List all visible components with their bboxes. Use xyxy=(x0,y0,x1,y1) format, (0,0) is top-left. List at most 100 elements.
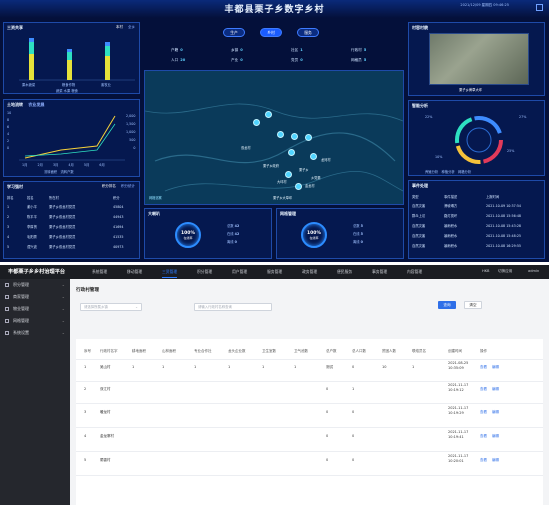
column-header: 专业合作社 xyxy=(194,349,212,353)
menu-item[interactable]: 用户管理 xyxy=(232,269,247,275)
menu-item-active[interactable]: 三资管理 xyxy=(162,269,178,278)
map-pin-icon[interactable] xyxy=(291,133,298,140)
panel-loudspeaker: 大喇叭 100% 在线率 总数 42 在线 42 离线 0 xyxy=(144,208,272,259)
stat-item: 网格员 5 xyxy=(351,58,367,62)
app-brand: 丰都栗子乡乡村治理平台 xyxy=(8,269,66,275)
map-label: 大坪村 xyxy=(277,180,287,184)
view-link[interactable]: 查看 xyxy=(480,365,487,370)
table-row[interactable]: 自然灾害 暴雨积水 2021-10-08 15:48:25 xyxy=(412,233,521,238)
table-header: 类型 事件描述 上报时间 xyxy=(412,195,500,199)
stat-item: 产业 0 xyxy=(231,58,243,62)
reset-button[interactable]: 清空 xyxy=(464,301,482,309)
page-title: 行政村管理 xyxy=(76,288,99,293)
sidebar-item[interactable]: 积分管理 ⌄ xyxy=(0,279,70,291)
view-link[interactable]: 查看 xyxy=(480,434,487,439)
edit-link[interactable]: 编辑 xyxy=(492,434,499,439)
user-menu[interactable]: admin xyxy=(528,269,539,273)
tab-this-village[interactable]: 本村 xyxy=(116,25,123,29)
map-label: 龙河村 xyxy=(321,158,331,162)
tab-score-ranking[interactable]: 积分排名 xyxy=(102,184,116,188)
main-content: 行政村管理 请选择所属乡镇 ⌄ 请输入行政村名称查询 查询 清空 序号 行政村名字… xyxy=(70,279,549,505)
view-link[interactable]: 查看 xyxy=(480,458,487,463)
chart-legend: 蔬菜 水果 粮食 xyxy=(56,89,78,93)
map-pin-icon[interactable] xyxy=(295,183,302,190)
top-navbar: 丰都栗子乡乡村治理平台 系统管理 移动管理 三资管理 积分管理 用户管理 服务管… xyxy=(0,265,549,279)
column-header: 龙头企业数 xyxy=(228,349,246,353)
edit-link[interactable]: 编辑 xyxy=(492,410,499,415)
table-row: 2 陈平平 栗子乡双龙村党员 44943 xyxy=(7,215,124,219)
photo-caption: 栗子乡黄草大坪 xyxy=(459,88,483,92)
x-label-1: 果木蔬菜 xyxy=(22,83,36,87)
menu-item[interactable]: 政务管理 xyxy=(302,269,317,275)
table-row[interactable]: 自然灾害 滑坡塌方 2021-10-09 10:37:54 xyxy=(412,203,521,208)
search-button[interactable]: 查询 xyxy=(438,301,456,309)
menu-item[interactable]: 事务管理 xyxy=(372,269,387,275)
map-label: 乡党委 xyxy=(311,176,321,180)
column-header: 卫气池数 xyxy=(294,349,308,353)
dashboard-header: 丰都县栗子乡数字乡村 2021/12/09 星期四 09:46:25 xyxy=(0,0,549,18)
stat-item: 户籍 0 xyxy=(171,48,183,52)
menu-item[interactable]: 内容管理 xyxy=(407,269,422,275)
map-pin-icon[interactable] xyxy=(277,131,284,138)
chevron-down-icon: ⌄ xyxy=(61,282,65,287)
village-map[interactable]: 双龙村 龙河村 栗子乡政府 栗子乡 乡党委 金龙村 大坪村 栗子乡大草坪 网格巡… xyxy=(144,70,404,205)
menu-item[interactable]: 便民服务 xyxy=(337,269,352,275)
edit-link[interactable]: 编辑 xyxy=(492,387,499,392)
map-pin-icon[interactable] xyxy=(288,149,295,156)
map-pin-icon[interactable] xyxy=(253,119,260,126)
bar-group-3 xyxy=(105,42,110,80)
panel-title: 大喇叭 xyxy=(148,211,160,216)
sidebar: 积分管理 ⌄ 商家管理 ⌄ 物业管理 ⌄ 网格管理 ⌄ 系统设置 ⌄ xyxy=(0,279,70,505)
table-row[interactable]: 自然灾害 暴雨积水 2021-10-08 16:29:55 xyxy=(412,243,521,248)
map-pin-icon[interactable] xyxy=(285,171,292,178)
online-rate-gauge: 100% 在线率 xyxy=(175,222,201,248)
menu-icon xyxy=(5,307,9,311)
chart-legend: 流转面积 流转户数 xyxy=(44,170,74,174)
fullscreen-icon[interactable] xyxy=(536,4,543,11)
ring-label: 10% xyxy=(435,155,443,159)
table-row[interactable]: 自然灾害 暴雨积水 2021-10-08 15:43:28 xyxy=(412,223,521,228)
chevron-down-icon: ⌄ xyxy=(135,305,138,309)
panel-title: 网格管理 xyxy=(280,211,296,216)
bar-group-2 xyxy=(67,49,72,80)
tab-score-stats[interactable]: 积分统计 xyxy=(121,184,135,188)
nav-village[interactable]: 乡村 xyxy=(260,28,282,37)
edit-link[interactable]: 编辑 xyxy=(492,458,499,463)
sidebar-item[interactable]: 物业管理 ⌄ xyxy=(0,303,70,315)
center-stats-panel: 生产 乡村 服务 户籍 0 乡镇 0 社区 1 行政村 5 人口 20 产业 0 党员 0 网… xyxy=(147,24,401,64)
panel-smart-analysis: 智能分析 22% 27% 10% 25% 养殖分析 种植分析 网格分析 xyxy=(408,100,545,176)
map-pin-icon[interactable] xyxy=(265,111,272,118)
edit-link[interactable]: 编辑 xyxy=(492,365,499,370)
column-header: 总户数 xyxy=(326,349,337,353)
map-label: 栗子乡 xyxy=(299,168,309,172)
view-link[interactable]: 查看 xyxy=(480,387,487,392)
menu-item[interactable]: 服务管理 xyxy=(267,269,282,275)
column-header: 序号 xyxy=(84,349,91,353)
nav-service[interactable]: 服务 xyxy=(297,28,319,37)
ring-label: 22% xyxy=(425,115,433,119)
switch-app-link[interactable]: 切换应用 xyxy=(498,269,512,274)
table-row: 5 谭兴波 栗子乡双龙村党员 40973 xyxy=(7,245,124,249)
village-photo[interactable] xyxy=(429,33,529,85)
township-select[interactable]: 请选择所属乡镇 ⌄ xyxy=(80,303,142,311)
row-divider xyxy=(76,427,543,428)
table-row[interactable]: 群众上访 路灯损坏 2021-10-08 15:56:48 xyxy=(412,213,521,218)
view-link[interactable]: 查看 xyxy=(480,410,487,415)
tab-whole-township[interactable]: 全乡 xyxy=(128,25,135,29)
sidebar-item[interactable]: 商家管理 ⌄ xyxy=(0,291,70,303)
menu-item[interactable]: 积分管理 xyxy=(197,269,212,275)
menu-item[interactable]: 系统管理 xyxy=(92,269,107,275)
village-name-input[interactable]: 请输入行政村名称查询 xyxy=(194,303,272,311)
sidebar-item[interactable]: 系统设置 ⌄ xyxy=(0,327,70,339)
column-header: 联络员名 xyxy=(412,349,426,353)
map-pin-icon[interactable] xyxy=(305,134,312,141)
column-header: 行政村名字 xyxy=(100,349,118,353)
map-pin-icon[interactable] xyxy=(310,153,317,160)
sidebar-item[interactable]: 网格管理 ⌄ xyxy=(0,315,70,327)
nav-production[interactable]: 生产 xyxy=(223,28,245,37)
map-label: 栗子乡大草坪 xyxy=(273,196,293,200)
map-label: 栗子乡政府 xyxy=(263,164,279,168)
y-axis-right: 2,000 1,500 1,000 500 0 xyxy=(126,114,136,150)
menu-item[interactable]: 移动管理 xyxy=(127,269,142,275)
row-divider xyxy=(76,403,543,404)
